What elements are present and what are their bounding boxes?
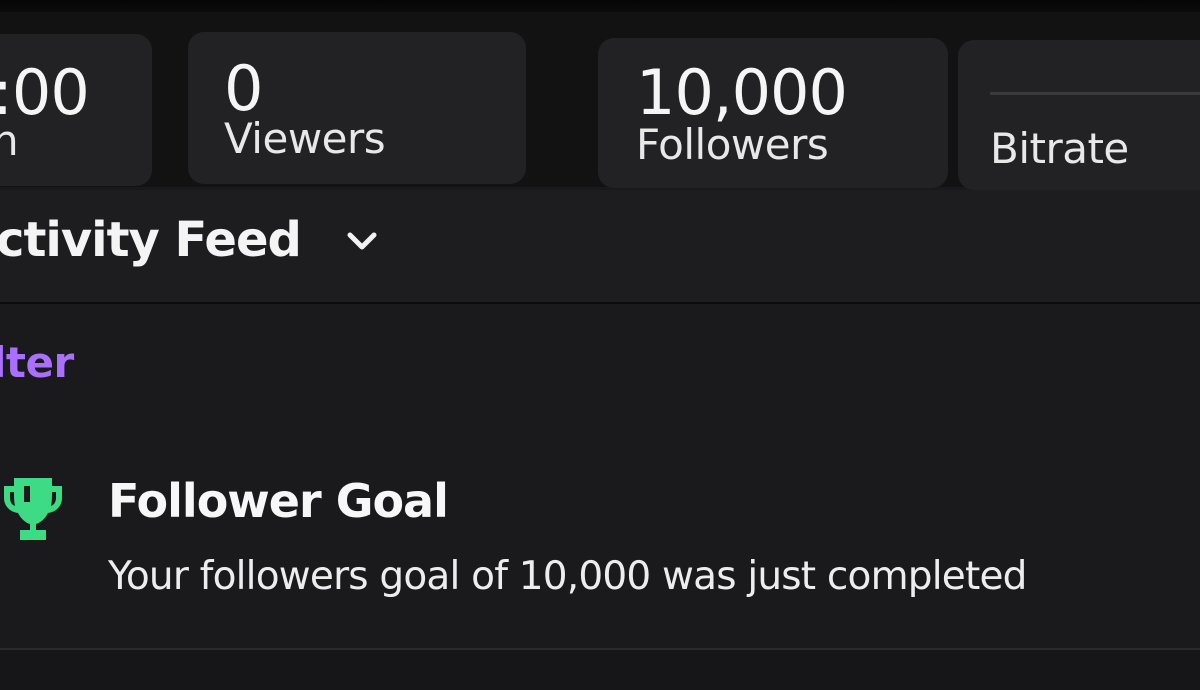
chevron-down-icon[interactable] — [342, 226, 382, 256]
session-time-value: :00 — [0, 56, 90, 129]
followers-label: Followers — [636, 120, 829, 169]
bottom-area — [0, 650, 1200, 690]
stats-row: :00 n 0 Viewers 10,000 Followers Bitrate — [0, 12, 1200, 190]
viewers-label: Viewers — [224, 114, 386, 163]
activity-feed-title: ctivity Feed — [0, 212, 302, 268]
followers-count: 10,000 — [636, 56, 848, 129]
activity-feed-list: Follower Goal Your followers goal of 10,… — [0, 416, 1200, 690]
activity-feed-header[interactable]: ctivity Feed — [0, 190, 1200, 304]
trophy-icon — [4, 478, 62, 540]
bitrate-label: Bitrate — [990, 124, 1129, 173]
session-time-label: n — [0, 116, 19, 165]
session-time-card: :00 n — [0, 34, 152, 186]
bitrate-graph-line — [990, 92, 1200, 95]
item-title: Follower Goal — [108, 474, 449, 528]
dashboard-screen: :00 n 0 Viewers 10,000 Followers Bitrate… — [0, 0, 1200, 690]
list-item[interactable]: Follower Goal Your followers goal of 10,… — [0, 416, 1200, 651]
bitrate-card: Bitrate — [958, 40, 1200, 190]
filter-button[interactable]: lter — [0, 338, 74, 387]
item-description: Your followers goal of 10,000 was just c… — [108, 554, 1027, 599]
viewers-card: 0 Viewers — [188, 32, 526, 184]
viewers-count: 0 — [224, 52, 263, 125]
filter-row: lter — [0, 304, 1200, 416]
followers-card: 10,000 Followers — [598, 38, 948, 188]
